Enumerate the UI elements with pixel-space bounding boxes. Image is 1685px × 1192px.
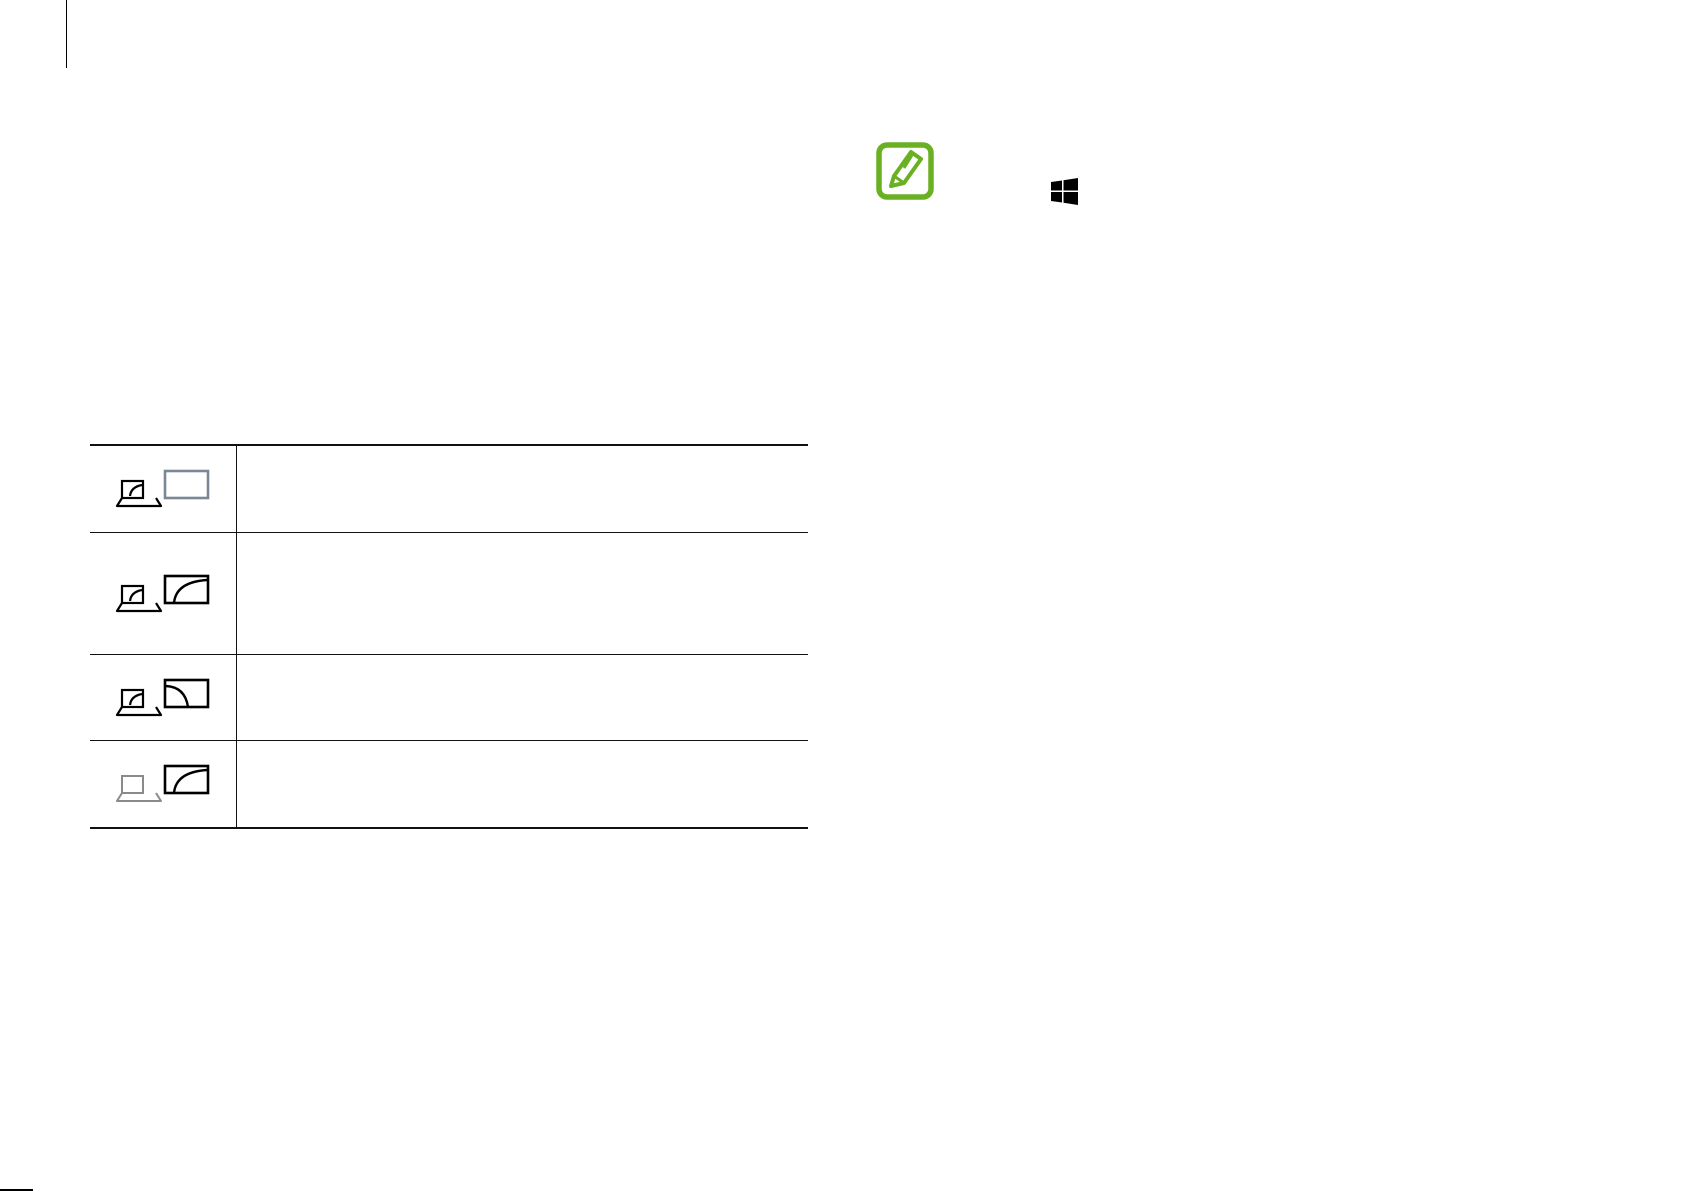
mode-description xyxy=(237,446,808,532)
icon-cell xyxy=(90,533,237,654)
footer-rule xyxy=(0,1189,33,1191)
page-margin-rule xyxy=(66,0,67,68)
mode-description xyxy=(237,741,808,827)
windows-start-icon xyxy=(1051,178,1078,205)
table-row xyxy=(90,446,808,533)
icon-cell xyxy=(90,446,237,532)
icon-cell xyxy=(90,741,237,827)
table-row xyxy=(90,533,808,655)
display-mode-table xyxy=(90,444,808,829)
duplicate-icon xyxy=(115,574,210,612)
mode-description xyxy=(237,533,808,654)
mode-description xyxy=(237,655,808,740)
table-row xyxy=(90,655,808,741)
note-pencil-icon xyxy=(876,142,934,200)
pc-screen-only-icon xyxy=(115,469,210,508)
second-screen-only-icon xyxy=(116,764,210,802)
extend-icon xyxy=(115,678,210,716)
table-row xyxy=(90,741,808,827)
icon-cell xyxy=(90,655,237,740)
